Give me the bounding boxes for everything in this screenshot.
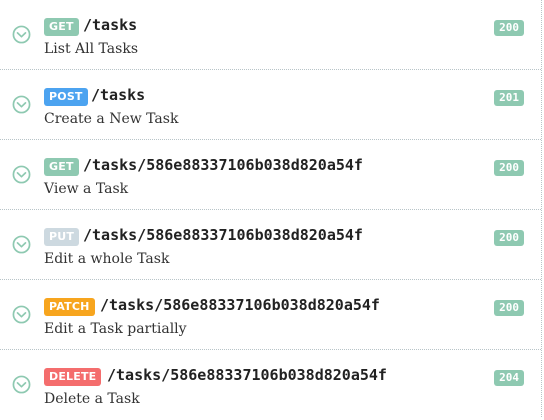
chevron-down-icon[interactable]: [12, 95, 31, 114]
endpoint-description: Edit a whole Task: [44, 251, 170, 267]
status-badge: 200: [494, 230, 524, 246]
endpoint-row[interactable]: DELETE /tasks/586e88337106b038d820a54f D…: [0, 350, 541, 420]
endpoint-row[interactable]: PUT /tasks/586e88337106b038d820a54f Edit…: [0, 210, 541, 280]
method-badge: GET: [44, 158, 79, 176]
chevron-down-icon[interactable]: [12, 165, 31, 184]
endpoint-path[interactable]: /tasks/586e88337106b038d820a54f: [83, 226, 363, 244]
chevron-down-icon[interactable]: [12, 25, 31, 44]
endpoint-path[interactable]: /tasks/586e88337106b038d820a54f: [107, 366, 387, 384]
endpoint-list: GET /tasks List All Tasks 200 POST /task…: [0, 0, 542, 417]
status-badge: 200: [494, 300, 524, 316]
endpoint-description: Create a New Task: [44, 111, 179, 127]
endpoint-row[interactable]: GET /tasks List All Tasks 200: [0, 0, 541, 70]
endpoint-description: View a Task: [44, 181, 129, 197]
method-badge: PATCH: [44, 298, 95, 316]
endpoint-row[interactable]: GET /tasks/586e88337106b038d820a54f View…: [0, 140, 541, 210]
chevron-down-icon[interactable]: [12, 235, 31, 254]
chevron-down-icon[interactable]: [12, 305, 31, 324]
endpoint-path[interactable]: /tasks: [83, 16, 137, 34]
endpoint-description: Edit a Task partially: [44, 321, 187, 337]
endpoint-path[interactable]: /tasks: [91, 86, 145, 104]
method-badge: GET: [44, 18, 79, 36]
endpoint-description: Delete a Task: [44, 391, 140, 407]
method-badge: PUT: [44, 228, 80, 246]
method-badge: POST: [44, 88, 88, 106]
status-badge: 201: [494, 90, 524, 106]
status-badge: 204: [494, 370, 524, 386]
endpoint-description: List All Tasks: [44, 41, 139, 57]
chevron-down-icon[interactable]: [12, 375, 31, 394]
endpoint-row[interactable]: PATCH /tasks/586e88337106b038d820a54f Ed…: [0, 280, 541, 350]
status-badge: 200: [494, 20, 524, 36]
endpoint-path[interactable]: /tasks/586e88337106b038d820a54f: [83, 156, 363, 174]
endpoint-path[interactable]: /tasks/586e88337106b038d820a54f: [100, 296, 380, 314]
endpoint-row[interactable]: POST /tasks Create a New Task 201: [0, 70, 541, 140]
status-badge: 200: [494, 160, 524, 176]
method-badge: DELETE: [44, 368, 102, 386]
